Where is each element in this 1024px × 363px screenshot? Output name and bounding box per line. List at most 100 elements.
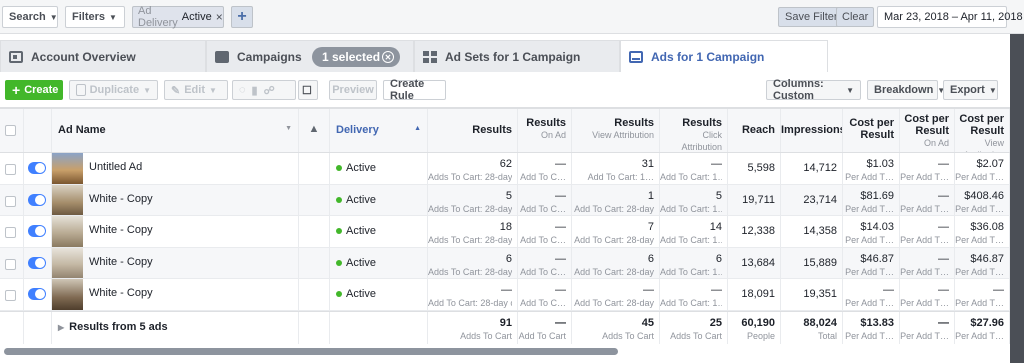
row-checkbox[interactable] [5, 258, 16, 270]
preview-button[interactable]: Preview [329, 80, 377, 100]
ad-name[interactable]: White - Copy [89, 287, 153, 299]
ad-status-toggle[interactable] [28, 193, 46, 206]
comment-button[interactable]: ☐ [298, 80, 318, 100]
columns-dropdown[interactable]: Columns: Custom ▼ [766, 78, 861, 102]
duplicate-button[interactable]: Duplicate ▼ [69, 80, 158, 100]
filter-chip-ad-delivery[interactable]: Ad Delivery Active × [132, 5, 224, 29]
metric-click: — Add To Cart: 1… [660, 153, 728, 184]
row-actions-group: ◌ ▮ ☍ [232, 80, 296, 100]
summary-on_ad: — Add To Cart [518, 311, 572, 344]
export-dropdown[interactable]: Export ▼ [943, 80, 998, 100]
metric-sublabel: Adds To Cart: 28-day [428, 266, 512, 277]
col-results-click[interactable]: Results Click Attribution [660, 109, 728, 152]
summary-sublabel: Adds To Cart [460, 330, 512, 341]
col-impressions[interactable]: Impressions [781, 109, 843, 152]
refresh-icon[interactable]: ◌ [239, 84, 246, 96]
search-button[interactable]: Search ▼ [2, 6, 58, 28]
metric-value: 14,358 [803, 225, 837, 237]
table-row[interactable]: White - Copy Active — Add To Cart: 28-day c… [0, 279, 1010, 311]
summary-value: $27.96 [970, 316, 1004, 329]
date-range-label: Mar 23, 2018 – Apr 11, 2018 [884, 11, 1023, 23]
row-checkbox[interactable] [5, 227, 16, 238]
col-cost-per-result-view[interactable]: Cost per ResultView Attribution [955, 109, 1010, 152]
campaigns-folder-icon [215, 50, 229, 63]
warning-icon: ▲ [299, 109, 330, 152]
filters-button[interactable]: Filters ▼ [65, 6, 125, 28]
tab-ad-sets[interactable]: Ad Sets for 1 Campaign [414, 40, 620, 72]
metric-cpr_view: $36.08 Per Add T… [955, 216, 1010, 247]
metric-sublabel: Per Add T… [955, 172, 1004, 182]
col-results-view[interactable]: Results View Attribution [572, 109, 660, 152]
metric-results: 62 Adds To Cart: 28-day [428, 153, 518, 184]
col-results[interactable]: Results [428, 109, 518, 152]
add-filter-button[interactable]: + [231, 6, 253, 28]
col-ad-name-label: Ad Name [58, 124, 106, 136]
clear-button[interactable]: Clear [836, 7, 875, 27]
summary-sublabel: Add To Cart [518, 330, 566, 341]
metric-sublabel: Per Add T… [845, 298, 894, 308]
summary-cpr_on_ad: — Per Add T… [900, 311, 955, 344]
ad-status-toggle[interactable] [28, 288, 46, 300]
edit-button[interactable]: ✎ Edit ▼ [164, 80, 228, 100]
people-icon[interactable]: ☍ [264, 84, 275, 97]
scrollbar-thumb[interactable] [4, 348, 618, 355]
ad-status-toggle[interactable] [28, 256, 46, 269]
col-cost-per-result-on-ad[interactable]: Cost per Result On Ad [900, 109, 955, 152]
metric-impressions: 14,358 [781, 216, 843, 247]
col-label: Results [526, 117, 566, 129]
metric-view: 7 Add To Cart: 28-day [572, 216, 660, 247]
row-checkbox[interactable] [5, 164, 16, 175]
close-icon[interactable]: ✕ [382, 51, 394, 63]
duplicate-icon [76, 84, 86, 96]
create-rule-button[interactable]: Create Rule [383, 78, 446, 102]
col-ad-name[interactable]: Ad Name ▼ [52, 109, 299, 152]
summary-expander[interactable]: ▶ Results from 5 ads [52, 311, 299, 344]
comment-icon: ☐ [302, 84, 312, 97]
ad-status-toggle[interactable] [28, 162, 46, 174]
tab-ads[interactable]: Ads for 1 Campaign [620, 40, 828, 72]
metric-on_ad: — Add To C… [518, 279, 572, 310]
metric-impressions: 19,351 [781, 279, 843, 310]
ad-name[interactable]: White - Copy [89, 193, 153, 205]
metric-value: $46.87 [860, 252, 894, 265]
delivery-status: Active [336, 288, 376, 300]
col-delivery-label: Delivery [336, 124, 379, 136]
select-all-checkbox[interactable] [5, 125, 16, 136]
ad-name[interactable]: White - Copy [89, 224, 153, 236]
row-checkbox[interactable] [5, 195, 16, 207]
row-checkbox[interactable] [5, 290, 16, 301]
ad-status-toggle[interactable] [28, 225, 46, 237]
col-delivery[interactable]: Delivery ▲ [330, 109, 428, 152]
ad-name[interactable]: Untitled Ad [89, 161, 142, 173]
metric-click: — Add To Cart: 1… [660, 279, 728, 310]
export-label: Export [950, 84, 985, 96]
create-button[interactable]: + Create [5, 80, 63, 100]
ad-name[interactable]: White - Copy [89, 256, 153, 268]
create-label: Create [24, 84, 59, 96]
chevron-down-icon: ▼ [109, 12, 117, 22]
summary-value: 25 [709, 316, 722, 329]
close-icon[interactable]: × [216, 10, 223, 24]
table-row[interactable]: White - Copy Active 18 Adds To Cart: 28-day… [0, 216, 1010, 248]
metric-value: — [938, 221, 949, 233]
table-row[interactable]: White - Copy Active 6 Adds To Cart: 28-day —… [0, 247, 1010, 279]
breakdown-dropdown[interactable]: Breakdown ▼ [867, 80, 945, 100]
col-sublabel: On Ad [540, 130, 566, 140]
selected-count-badge[interactable]: 1 selected ✕ [312, 47, 400, 67]
table-row[interactable]: White - Copy Active 5 Adds To Cart: 28-day —… [0, 184, 1010, 216]
col-cost-per-result[interactable]: Cost per Result [843, 109, 900, 152]
trash-icon[interactable]: ▮ [252, 84, 258, 97]
metric-reach: 12,338 [728, 216, 781, 247]
metric-value: 19,351 [803, 288, 837, 300]
metric-click: 6 Add To Cart: 1… [660, 247, 728, 278]
col-results-on-ad[interactable]: Results On Ad [518, 109, 572, 152]
tab-account-overview[interactable]: Account Overview [0, 40, 206, 72]
table-row[interactable]: Untitled Ad Active 62 Adds To Cart: 28-day —… [0, 153, 1010, 185]
horizontal-scrollbar[interactable] [0, 344, 1010, 363]
save-filter-button[interactable]: Save Filter [778, 7, 845, 27]
col-reach[interactable]: Reach [728, 109, 781, 152]
date-range-picker[interactable]: Mar 23, 2018 – Apr 11, 2018 ▼ [877, 6, 1023, 28]
metric-on_ad: — Add To C… [518, 247, 572, 278]
metric-value: — [555, 284, 566, 296]
metric-value: 18,091 [741, 288, 775, 300]
